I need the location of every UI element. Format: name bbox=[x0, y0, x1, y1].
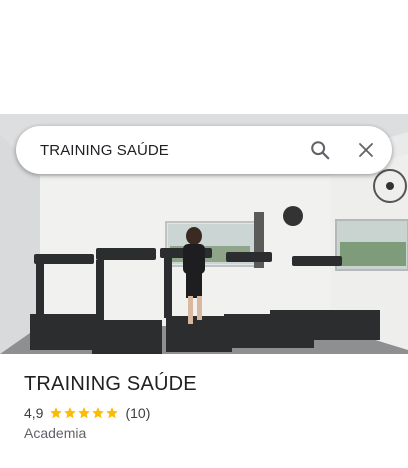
place-name: TRAINING SAÚDE bbox=[24, 373, 197, 395]
star-icon bbox=[78, 407, 91, 419]
rating-value: 4,9 bbox=[24, 405, 44, 421]
place-info[interactable]: TRAINING SAÚDE 4,9 (10) Academia bbox=[24, 370, 392, 441]
place-category: Academia bbox=[24, 425, 87, 441]
review-count-link[interactable]: (10) bbox=[125, 405, 150, 421]
star-rating bbox=[49, 406, 119, 420]
star-icon bbox=[64, 407, 77, 419]
rating-row: 4,9 (10) bbox=[24, 405, 392, 421]
search-icon bbox=[311, 141, 330, 160]
star-icon bbox=[92, 407, 105, 419]
map-blank-area bbox=[0, 0, 408, 114]
search-query-text[interactable]: TRAINING SAÚDE bbox=[40, 142, 300, 159]
star-icon bbox=[106, 407, 119, 419]
search-button[interactable] bbox=[300, 130, 340, 170]
star-icon bbox=[50, 407, 63, 419]
close-icon bbox=[359, 143, 373, 157]
close-button[interactable] bbox=[346, 130, 386, 170]
search-bar[interactable]: TRAINING SAÚDE bbox=[16, 126, 392, 174]
